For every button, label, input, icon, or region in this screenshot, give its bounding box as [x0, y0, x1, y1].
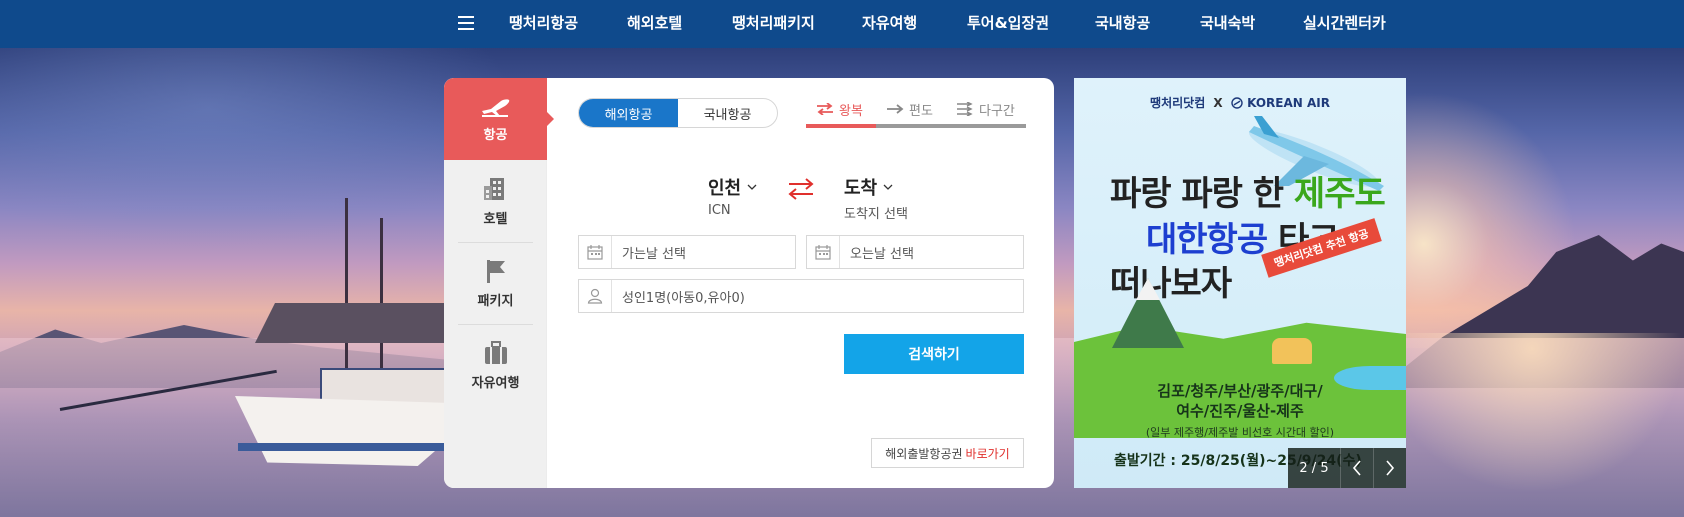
sidebar-item-label: 항공: [483, 127, 508, 143]
trip-type-tabs: 왕복 편도 다구간: [806, 94, 1026, 128]
banner-pager: 2 / 5: [1288, 448, 1406, 488]
multi-city-icon: [957, 102, 973, 116]
tab-one-way[interactable]: 편도: [876, 94, 946, 128]
banner-headline-1: 파랑 파랑 한 제주도: [1110, 166, 1386, 215]
pager-count: 2 / 5: [1299, 460, 1329, 476]
nav-item-clearance-flights[interactable]: 땡처리항공: [509, 12, 578, 33]
nav-item-domestic-stays[interactable]: 국내숙박: [1200, 12, 1255, 33]
passenger-field[interactable]: 성인1명(아동0,유아0): [578, 279, 1024, 313]
headline-1a: 파랑 파랑 한: [1110, 174, 1294, 214]
prev-slide-button[interactable]: [1340, 448, 1373, 488]
return-date-field[interactable]: 오는날 선택: [806, 235, 1024, 269]
promo-banner[interactable]: 땡처리닷컴 X KOREAN AIR 파랑 파랑 한 제주도 대한항공 타고 떠…: [1074, 78, 1406, 488]
menu-icon[interactable]: [458, 16, 474, 30]
sidebar-item-label: 자유여행: [471, 375, 520, 391]
chevron-down-icon: [747, 184, 757, 190]
origin-code: ICN: [708, 203, 731, 218]
destination-city: 도착: [844, 178, 878, 199]
chevron-left-icon: [1352, 460, 1361, 476]
sidebar-item-label: 호텔: [483, 211, 508, 227]
swap-route-icon[interactable]: [786, 178, 816, 200]
tab-multi-city-label: 다구간: [979, 103, 1015, 119]
person-icon: [587, 288, 603, 304]
depart-date-field[interactable]: 가는날 선택: [578, 235, 796, 269]
suitcase-icon: [484, 340, 507, 364]
headline-1b: 제주도: [1293, 174, 1386, 214]
tab-round-trip-label: 왕복: [839, 103, 863, 119]
depart-date-value: 가는날 선택: [622, 246, 686, 262]
search-panel: 항공 호텔 패키지 자유여행 해외항공 국내항공 왕복 편도 다구간 인천 IC…: [444, 78, 1054, 488]
headline-2a: 대한항공: [1146, 220, 1268, 260]
hotel-icon: [483, 177, 504, 200]
destination-selector[interactable]: 도착 도착지 선택: [844, 174, 908, 222]
sidebar-item-packages[interactable]: 패키지: [444, 242, 547, 324]
round-trip-icon: [817, 103, 833, 115]
category-sidebar: 항공 호텔 패키지 자유여행: [444, 78, 554, 488]
chevron-down-icon: [883, 184, 893, 190]
origin-city: 인천: [708, 178, 742, 199]
tab-round-trip[interactable]: 왕복: [806, 94, 876, 128]
top-nav: 땡처리항공 해외호텔 땡처리패키지 자유여행 투어&입장권 국내항공 국내숙박 …: [0, 0, 1684, 48]
tab-multi-city[interactable]: 다구간: [946, 94, 1026, 128]
sidebar-item-hotels[interactable]: 호텔: [444, 160, 547, 242]
sidebar-item-label: 패키지: [477, 293, 514, 309]
flight-type-toggle: 해외항공 국내항공: [578, 98, 778, 128]
nav-item-domestic-flights[interactable]: 국내항공: [1095, 12, 1150, 33]
banner-logo: 땡처리닷컴 X KOREAN AIR: [1074, 94, 1406, 111]
search-button[interactable]: 검색하기: [844, 334, 1024, 374]
tab-domestic-flights[interactable]: 국내항공: [678, 99, 777, 127]
nav-item-tours-tickets[interactable]: 투어&입장권: [967, 12, 1049, 33]
hut-illustration: [1272, 338, 1312, 364]
nav-item-realtime-rentcar[interactable]: 실시간렌터카: [1303, 12, 1386, 33]
destination-placeholder: 도착지 선택: [844, 207, 908, 222]
sidebar-item-free-travel[interactable]: 자유여행: [444, 324, 547, 406]
chevron-right-icon: [1386, 460, 1395, 476]
sidebar-item-flights[interactable]: 항공: [444, 78, 554, 160]
tab-overseas-flights[interactable]: 해외항공: [579, 99, 678, 127]
next-slide-button[interactable]: [1373, 448, 1406, 488]
airplane-icon: [481, 98, 509, 117]
overseas-departure-action: 바로가기: [965, 446, 1010, 461]
overseas-departure-text: 해외출발항공권: [885, 446, 963, 461]
nav-item-clearance-packages[interactable]: 땡처리패키지: [732, 12, 815, 33]
ttangcheori-logo-text: 땡처리닷컴: [1150, 96, 1206, 110]
nav-item-free-travel[interactable]: 자유여행: [862, 12, 917, 33]
banner-destinations-2: 여수/진주/울산-제주: [1176, 402, 1304, 420]
arrow-right-icon: [887, 104, 904, 114]
overseas-departure-link[interactable]: 해외출발항공권 바로가기: [871, 438, 1024, 468]
collab-x: X: [1213, 96, 1223, 110]
korean-air-logo-text: KOREAN AIR: [1247, 96, 1330, 110]
return-date-value: 오는날 선택: [850, 246, 914, 262]
flag-icon: [486, 259, 505, 283]
calendar-icon: [815, 245, 831, 260]
calendar-icon: [587, 245, 603, 260]
banner-note: (일부 제주행/제주발 비선호 시간대 할인): [1145, 426, 1335, 439]
korean-air-logo-icon: [1231, 97, 1243, 109]
tab-one-way-label: 편도: [909, 103, 933, 119]
origin-selector[interactable]: 인천 ICN: [708, 174, 757, 218]
nav-item-overseas-hotels[interactable]: 해외호텔: [627, 12, 682, 33]
banner-destinations-1: 김포/청주/부산/광주/대구/: [1157, 382, 1323, 400]
banner-headline-3: 떠나보자: [1110, 264, 1232, 304]
passenger-value: 성인1명(아동0,유아0): [622, 290, 745, 306]
